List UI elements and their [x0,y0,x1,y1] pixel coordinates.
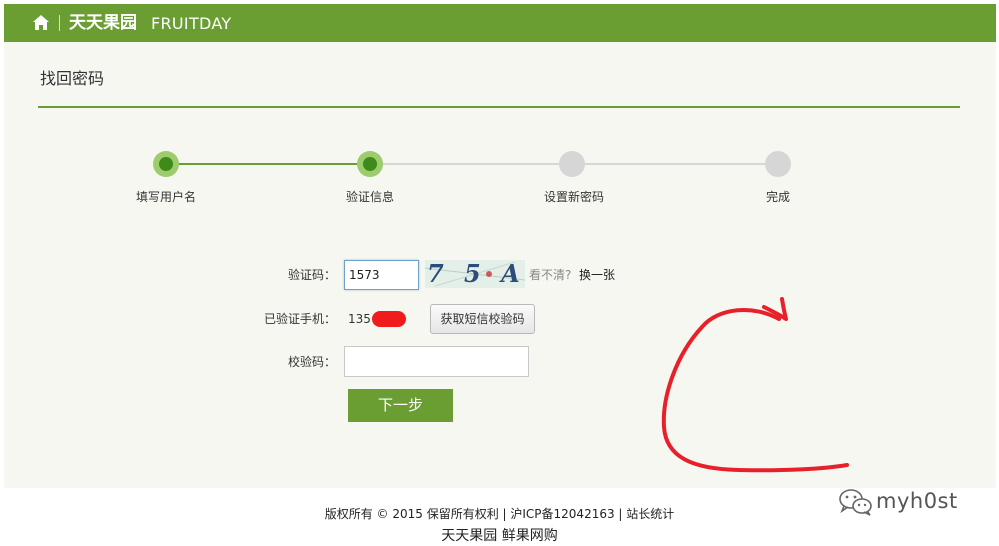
brand-name-english[interactable]: FRUITDAY [151,13,231,35]
step-3-label: 设置新密码 [543,190,605,204]
watermark: myh0st [838,485,978,519]
captcha-refresh-link[interactable]: 换一张 [579,267,615,283]
step-1-indicator [153,151,179,177]
step-connector-3 [576,163,782,165]
page-title: 找回密码 [40,69,105,88]
verify-code-label: 校验码： [287,355,336,369]
phone-label: 已验证手机： [263,312,336,326]
captcha-input[interactable]: 1573 [344,260,419,290]
brand-name[interactable]: 天天果园 [69,12,137,34]
step-2-indicator [357,151,383,177]
next-step-button[interactable]: 下一步 [348,389,453,422]
step-3-indicator [559,151,585,177]
wechat-icon [839,489,872,516]
get-sms-code-button[interactable]: 获取短信校验码 [430,304,535,334]
step-connector-2 [374,163,576,165]
step-4-label: 完成 [765,190,791,204]
captcha-label: 验证码： [287,268,336,282]
step-4-indicator [765,151,791,177]
watermark-text: myh0st [876,489,958,513]
captcha-unclear-text: 看不清? [529,268,572,282]
top-navbar: 天天果园 FRUITDAY [4,4,996,42]
main-panel: 找回密码 填写用户名 验证信息 设置新密码 完成 验证码： 1573 7 5 A… [4,42,996,488]
step-2-label: 验证信息 [345,190,395,204]
home-icon[interactable] [32,14,50,31]
step-1-label: 填写用户名 [135,190,197,204]
verify-code-input[interactable] [344,346,529,377]
redaction-mark [372,311,406,327]
title-divider [38,106,960,108]
captcha-image[interactable]: 7 5 A 3 [425,260,525,288]
red-scribble-annotation [661,297,849,473]
captcha-text: 7 5 A 3 [427,260,525,288]
footer-brand-line: 天天果园 鲜果网购 [441,528,558,544]
navbar-divider [59,15,60,31]
step-connector-1 [170,163,374,165]
